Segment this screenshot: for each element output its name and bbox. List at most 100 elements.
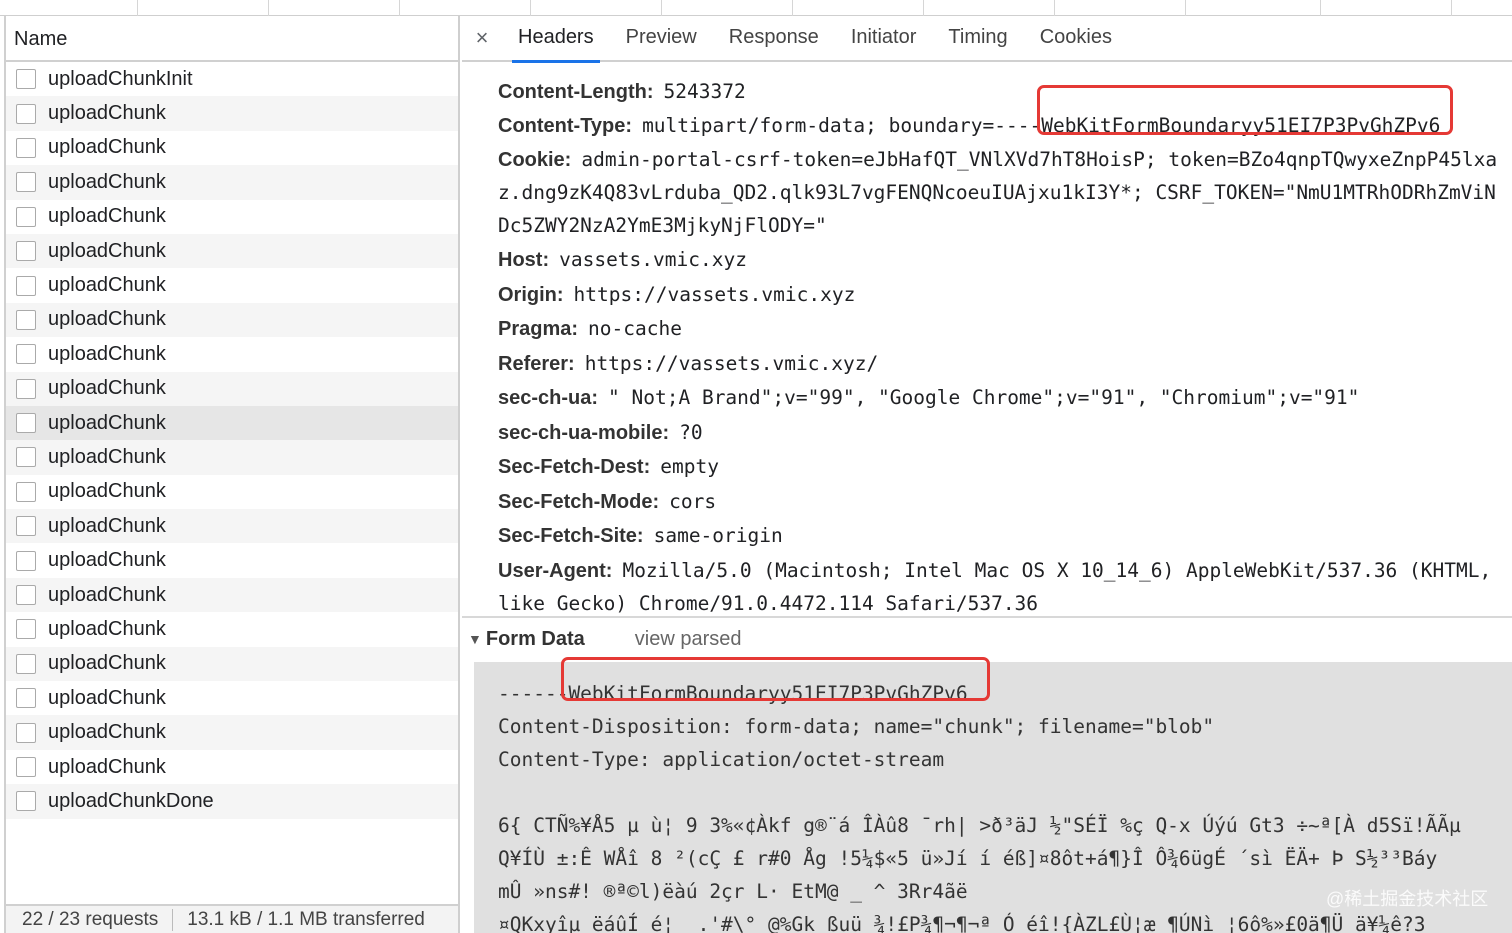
detail-tab-bar: × Headers Preview Response Initiator Timing C… — [462, 15, 1512, 63]
tab-initiator[interactable]: Initiator — [835, 15, 933, 61]
request-row[interactable]: uploadChunk — [6, 750, 458, 784]
request-checkbox[interactable] — [16, 585, 36, 606]
request-name: uploadChunk — [48, 102, 166, 125]
header-cookie-cont-1: z.dng9zK4Q83vLrduba_QD2.qlk93L7vgFENQNco… — [498, 181, 1496, 204]
request-row[interactable]: uploadChunk — [6, 302, 458, 338]
request-checkbox[interactable] — [16, 378, 36, 399]
request-checkbox[interactable] — [16, 653, 36, 674]
form-data-title: Form Data — [485, 627, 585, 650]
form-data-line: 6{ CTÑ%¥Å5 µ ù¦ 9 3%«¢Àkf g®¨á ÎÀû8 ¯rh|… — [498, 814, 1461, 837]
transfer-size: 13.1 kB / 1.1 MB transferred — [187, 908, 425, 930]
request-name: uploadChunk — [48, 274, 166, 297]
request-name: uploadChunk — [48, 342, 166, 365]
request-row[interactable]: uploadChunk — [6, 131, 458, 165]
header-user-agent-cont: like Gecko) Chrome/91.0.4472.114 Safari/… — [498, 592, 1039, 615]
header-sec-ch-ua-mobile: sec-ch-ua-mobile: ?0 — [498, 421, 703, 444]
request-row[interactable]: uploadChunk — [6, 165, 458, 200]
form-data-line: Content-Type: application/octet-stream — [498, 748, 945, 771]
request-checkbox[interactable] — [16, 309, 36, 330]
tab-headers[interactable]: Headers — [502, 15, 610, 63]
request-checkbox[interactable] — [16, 172, 36, 193]
header-referer: Referer: https://vassets.vmic.xyz/ — [498, 352, 879, 375]
request-checkbox[interactable] — [16, 413, 36, 434]
expand-triangle-icon[interactable]: ▼ — [468, 631, 482, 647]
request-name: uploadChunk — [48, 686, 166, 709]
request-name: uploadChunk — [48, 308, 166, 331]
request-row[interactable]: uploadChunk — [6, 646, 458, 682]
request-checkbox[interactable] — [16, 791, 36, 812]
request-row[interactable]: uploadChunk — [6, 577, 458, 613]
request-checkbox[interactable] — [16, 137, 36, 158]
header-sec-fetch-mode: Sec-Fetch-Mode: cors — [498, 490, 717, 513]
request-name: uploadChunk — [48, 205, 166, 228]
form-data-header[interactable]: ▼ Form Data view parsed — [462, 618, 1512, 660]
request-row[interactable]: uploadChunk — [6, 233, 458, 269]
view-parsed-link[interactable]: view parsed — [635, 628, 742, 651]
header-cookie: Cookie: admin-portal-csrf-token=eJbHafQT_… — [498, 148, 1498, 171]
request-row[interactable]: uploadChunk — [6, 543, 458, 577]
request-headers: Content-Length: 5243372 Content-Type: mult… — [462, 62, 1512, 618]
name-column-header[interactable]: Name — [6, 16, 458, 62]
request-name: uploadChunk — [48, 170, 166, 193]
request-row[interactable]: uploadChunk — [6, 612, 458, 646]
request-row[interactable]: uploadChunk — [6, 268, 458, 302]
tab-response[interactable]: Response — [713, 15, 835, 61]
request-checkbox[interactable] — [16, 481, 36, 502]
request-checkbox[interactable] — [16, 344, 36, 365]
request-row[interactable]: uploadChunk — [6, 405, 458, 441]
request-checkbox[interactable] — [16, 103, 36, 124]
request-name: uploadChunk — [48, 549, 166, 572]
request-row[interactable]: uploadChunk — [6, 475, 458, 509]
tab-cookies[interactable]: Cookies — [1024, 15, 1128, 61]
tab-timing[interactable]: Timing — [932, 15, 1023, 61]
form-data-line: ¤QKxyîµ ëáûÍ_é¦ _.'#\° @%Gk ßuü ¾!£P¾¶¬¶… — [498, 913, 1426, 933]
request-row[interactable]: uploadChunk — [6, 509, 458, 544]
request-row[interactable]: uploadChunk — [6, 96, 458, 131]
request-row[interactable]: uploadChunk — [6, 371, 458, 406]
request-list-panel: Name uploadChunkInit uploadChunk uploadChu… — [0, 16, 460, 933]
boundary-highlight-box — [1037, 85, 1453, 135]
request-name: uploadChunk — [48, 445, 166, 468]
header-sec-fetch-site: Sec-Fetch-Site: same-origin — [498, 524, 783, 547]
request-checkbox[interactable] — [16, 275, 36, 296]
request-checkbox[interactable] — [16, 69, 36, 90]
request-checkbox[interactable] — [16, 757, 36, 777]
request-checkbox[interactable] — [16, 241, 36, 262]
request-checkbox[interactable] — [16, 516, 36, 537]
header-content-length: Content-Length: 5243372 — [498, 80, 746, 103]
request-name: uploadChunkDone — [48, 789, 214, 812]
request-name: uploadChunk — [48, 583, 166, 606]
request-row[interactable]: uploadChunk — [6, 337, 458, 371]
close-icon[interactable]: × — [462, 25, 502, 51]
request-name: uploadChunk — [48, 652, 166, 675]
column-strip — [0, 0, 1512, 16]
request-checkbox[interactable] — [16, 206, 36, 227]
form-data-line: Content-Disposition: form-data; name="ch… — [498, 715, 1215, 738]
request-name: uploadChunk — [48, 514, 166, 537]
request-checkbox[interactable] — [16, 619, 36, 640]
form-boundary-highlight-box — [561, 657, 990, 701]
request-checkbox[interactable] — [16, 447, 36, 468]
request-name: uploadChunk — [48, 755, 166, 778]
request-checkbox[interactable] — [16, 722, 36, 743]
tab-preview[interactable]: Preview — [610, 15, 713, 61]
request-name: uploadChunk — [48, 239, 166, 262]
form-data-line: Q¥ÍÙ ±:Ê WÅî 8 ²(cÇ £ r#0 Åg !5¼$«5 ü»Jí… — [498, 847, 1438, 870]
form-data-line: mÛ »ns#! ®ª©l)ëàú 2çr L· EtM@ _ ^ 3Rr4ãë — [498, 880, 968, 903]
request-name: uploadChunkInit — [48, 67, 193, 90]
request-name: uploadChunk — [48, 480, 166, 503]
request-row[interactable]: uploadChunk — [6, 715, 458, 750]
header-sec-fetch-dest: Sec-Fetch-Dest: empty — [498, 455, 719, 478]
status-bar: 22 / 23 requests 13.1 kB / 1.1 MB transf… — [6, 904, 458, 933]
request-row[interactable]: uploadChunk — [6, 681, 458, 715]
request-checkbox[interactable] — [16, 688, 36, 709]
request-list: uploadChunkInit uploadChunk uploadChunk upl… — [6, 62, 458, 902]
request-name: uploadChunk — [48, 411, 166, 434]
header-host: Host: vassets.vmic.xyz — [498, 248, 747, 271]
request-row[interactable]: uploadChunkInit — [6, 62, 458, 96]
request-row[interactable]: uploadChunk — [6, 440, 458, 475]
request-checkbox[interactable] — [16, 550, 36, 571]
request-row[interactable]: uploadChunkDone — [6, 784, 458, 819]
request-count: 22 / 23 requests — [22, 908, 159, 930]
request-row[interactable]: uploadChunk — [6, 200, 458, 234]
